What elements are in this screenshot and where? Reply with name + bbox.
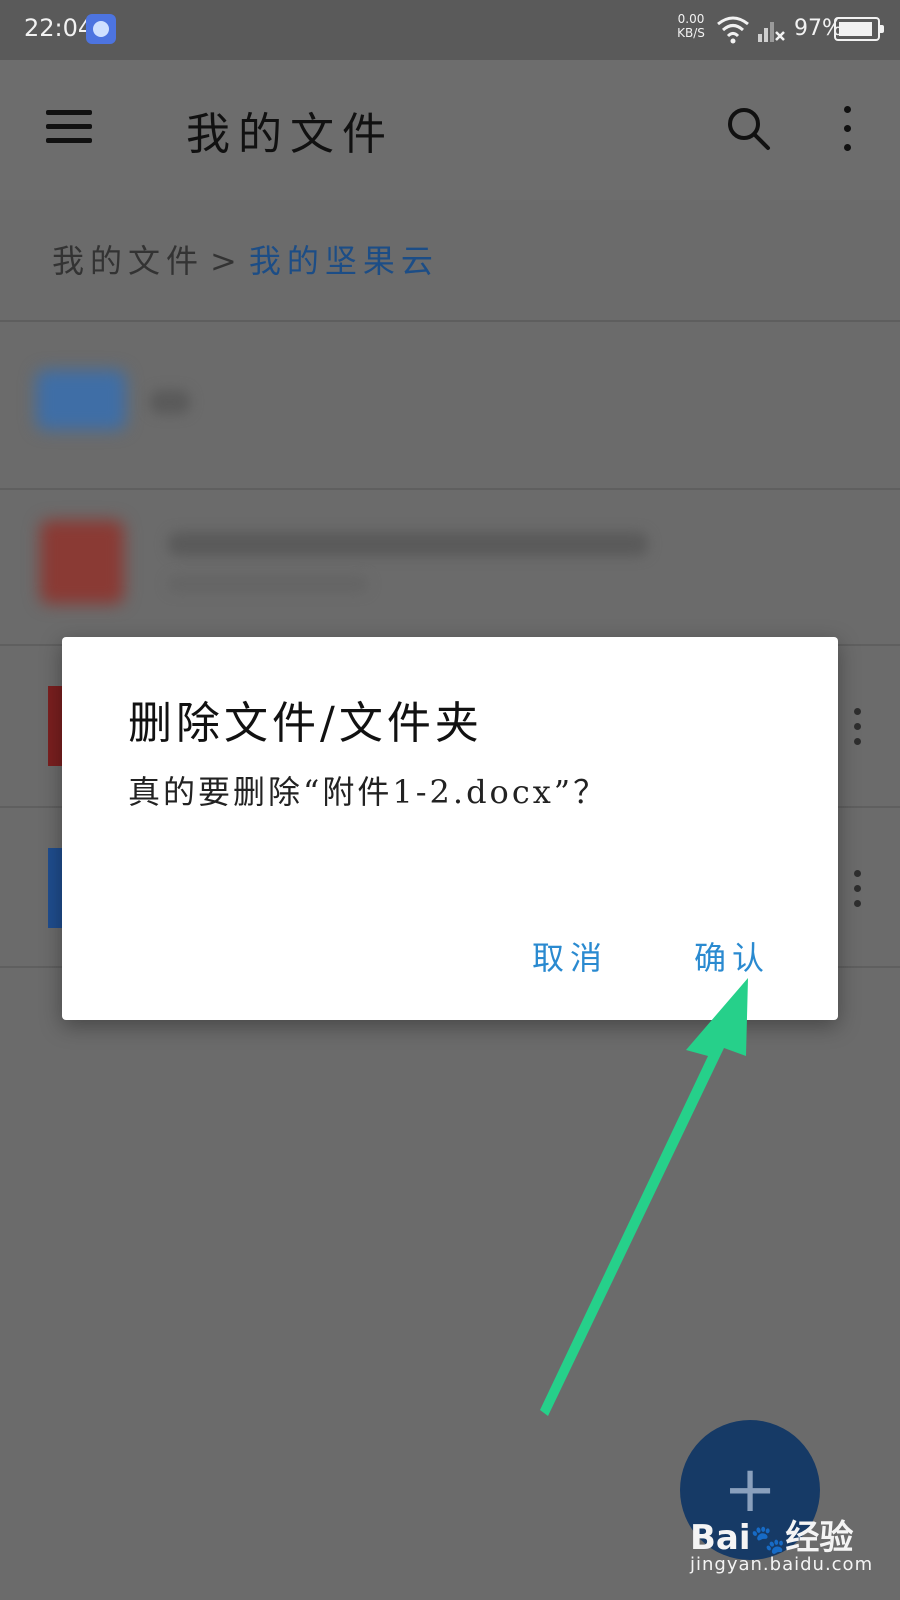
watermark-site: jingyan.baidu.com [690, 1554, 874, 1575]
file-thumbnail [48, 686, 62, 766]
confirm-button[interactable]: 确认 [694, 933, 770, 979]
status-time: 22:04 [24, 14, 94, 42]
wifi-icon [717, 16, 749, 44]
delete-dialog: 删除文件/文件夹 真的要删除“附件1-2.docx”？ 取消 确认 [62, 637, 838, 1020]
breadcrumb-root[interactable]: 我的文件 [52, 242, 204, 280]
page-title: 我的文件 [186, 109, 394, 160]
list-item-label [150, 390, 190, 414]
breadcrumb: 我的文件 > 我的坚果云 [52, 236, 439, 282]
network-speed: 0.00 KB/S [674, 12, 708, 40]
network-speed-value: 0.00 [677, 12, 705, 26]
list-item-label [168, 532, 648, 556]
paw-icon: 🐾 [750, 1523, 786, 1556]
dialog-message: 真的要删除“附件1-2.docx”？ [128, 773, 609, 811]
breadcrumb-current[interactable]: 我的坚果云 [249, 242, 439, 280]
battery-icon [834, 17, 884, 41]
watermark-brand: Bai [690, 1518, 751, 1558]
list-item[interactable] [0, 330, 900, 490]
breadcrumb-separator: > [210, 242, 243, 280]
annotation-arrow-icon [540, 978, 748, 1416]
search-icon[interactable] [724, 104, 772, 152]
file-thumbnail [40, 520, 124, 604]
file-thumbnail [48, 848, 62, 928]
list-item-meta [168, 576, 368, 592]
cancel-button[interactable]: 取消 [532, 933, 608, 979]
row-more-icon[interactable] [852, 708, 862, 748]
dialog-title: 删除文件/文件夹 [128, 698, 483, 749]
watermark: Bai🐾经验 jingyan.baidu.com [690, 1510, 890, 1590]
list-item[interactable] [0, 490, 900, 650]
more-options-icon[interactable] [840, 104, 854, 154]
notification-app-icon [86, 14, 116, 44]
app-bar: 我的文件 [0, 60, 900, 200]
watermark-brand-suffix: 经验 [785, 1518, 854, 1558]
folder-icon [36, 370, 126, 430]
watermark-logo: Bai🐾经验 [690, 1510, 853, 1559]
network-speed-unit: KB/S [677, 26, 705, 40]
menu-icon[interactable] [46, 110, 92, 146]
divider [0, 320, 900, 322]
row-more-icon[interactable] [852, 870, 862, 910]
status-bar: 22:04 0.00 KB/S 97% [0, 0, 900, 60]
signal-icon [758, 22, 785, 42]
